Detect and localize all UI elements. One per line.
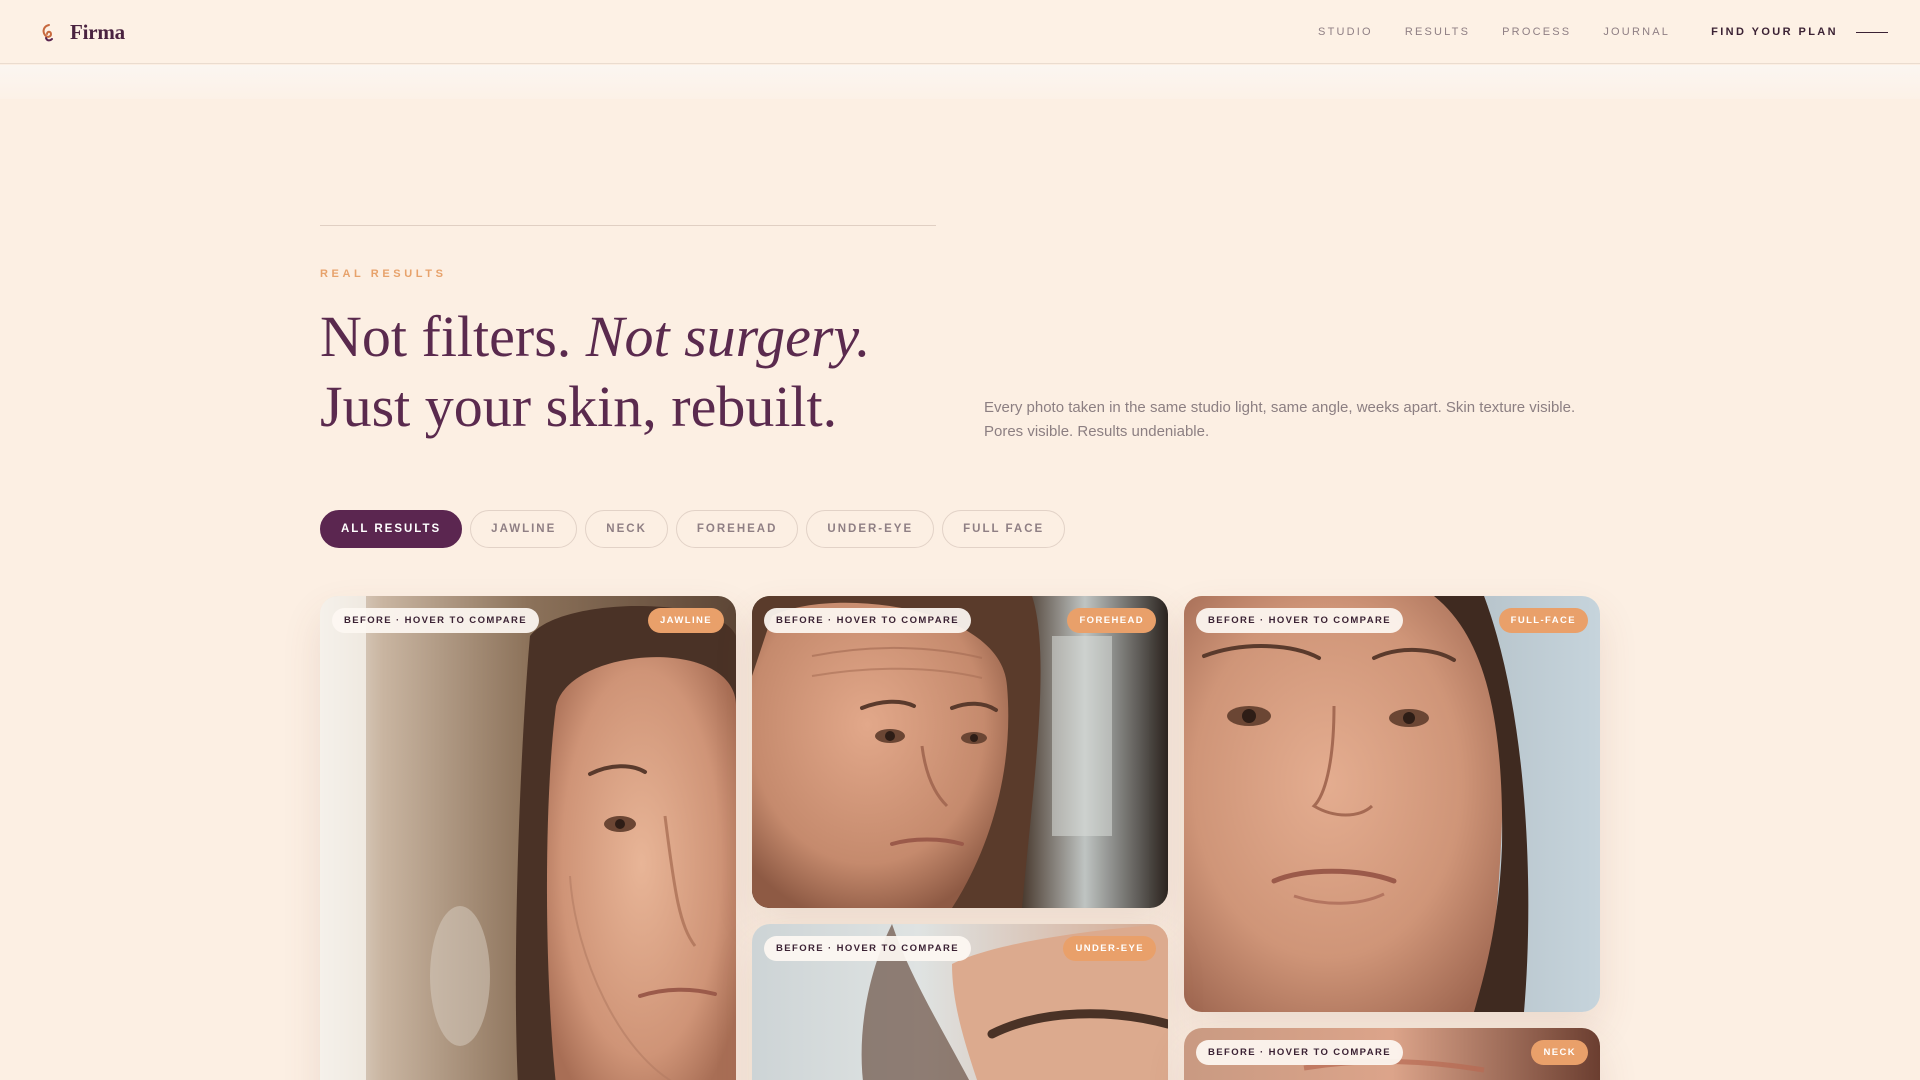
before-compare-badge: BEFORE · HOVER TO COMPARE — [764, 936, 971, 961]
brand-logo[interactable]: Firma — [40, 20, 125, 45]
find-your-plan-label: FIND YOUR PLAN — [1711, 26, 1838, 38]
nav-process[interactable]: PROCESS — [1502, 26, 1571, 38]
filter-jawline[interactable]: JAWLINE — [470, 510, 578, 548]
main-nav: STUDIO RESULTS PROCESS JOURNAL FIND YOUR… — [1286, 0, 1888, 64]
before-compare-badge: BEFORE · HOVER TO COMPARE — [1196, 608, 1403, 633]
menu-line-icon — [1856, 31, 1888, 33]
area-tag-under-eye: UNDER-EYE — [1063, 936, 1156, 961]
intro-paragraph: Every photo taken in the same studio lig… — [984, 399, 1576, 440]
headline-line-2: Just your skin, rebuilt. — [320, 374, 838, 439]
headline-italic: Not surgery. — [585, 304, 871, 369]
nav-journal[interactable]: JOURNAL — [1603, 26, 1670, 38]
headline-part-1: Not filters. — [320, 304, 586, 369]
area-tag-forehead: FOREHEAD — [1067, 608, 1156, 633]
jawline-photo — [320, 596, 736, 1080]
result-card-under-eye[interactable]: BEFORE · HOVER TO COMPARE UNDER-EYE — [752, 924, 1168, 1080]
firma-swirl-icon — [42, 23, 53, 41]
full-face-photo — [1184, 596, 1600, 1012]
nav-results[interactable]: RESULTS — [1405, 26, 1470, 38]
filter-all-results[interactable]: ALL RESULTS — [320, 510, 463, 548]
nav-studio[interactable]: STUDIO — [1318, 26, 1373, 38]
section-divider — [320, 225, 936, 226]
find-your-plan-button[interactable]: FIND YOUR PLAN — [1711, 26, 1888, 38]
area-tag-full-face: FULL-FACE — [1498, 608, 1588, 633]
results-filter-bar: ALL RESULTS JAWLINE NECK FOREHEAD UNDER-… — [320, 510, 1066, 548]
top-navigation: Firma STUDIO RESULTS PROCESS JOURNAL FIN… — [0, 0, 1920, 64]
filter-full-face[interactable]: FULL FACE — [942, 510, 1066, 548]
result-card-neck[interactable]: BEFORE · HOVER TO COMPARE NECK — [1184, 1028, 1600, 1080]
result-card-jawline[interactable]: BEFORE · HOVER TO COMPARE JAWLINE — [320, 596, 736, 1080]
header-shadow-band — [0, 65, 1920, 99]
filter-under-eye[interactable]: UNDER-EYE — [806, 510, 935, 548]
brand-name: Firma — [70, 20, 125, 44]
before-compare-badge: BEFORE · HOVER TO COMPARE — [332, 608, 539, 633]
filter-forehead[interactable]: FOREHEAD — [675, 510, 799, 548]
area-tag-neck: NECK — [1531, 1040, 1588, 1065]
section-eyebrow: REAL RESULTS — [320, 268, 447, 280]
result-card-full-face[interactable]: BEFORE · HOVER TO COMPARE FULL-FACE — [1184, 596, 1600, 1012]
before-compare-badge: BEFORE · HOVER TO COMPARE — [1196, 1040, 1403, 1065]
result-card-forehead[interactable]: BEFORE · HOVER TO COMPARE FOREHEAD — [752, 596, 1168, 908]
before-compare-badge: BEFORE · HOVER TO COMPARE — [764, 608, 971, 633]
forehead-photo — [752, 596, 1168, 908]
area-tag-jawline: JAWLINE — [647, 608, 724, 633]
filter-neck[interactable]: NECK — [585, 510, 668, 548]
page-headline: Not filters. Not surgery. Just your skin… — [320, 302, 940, 442]
